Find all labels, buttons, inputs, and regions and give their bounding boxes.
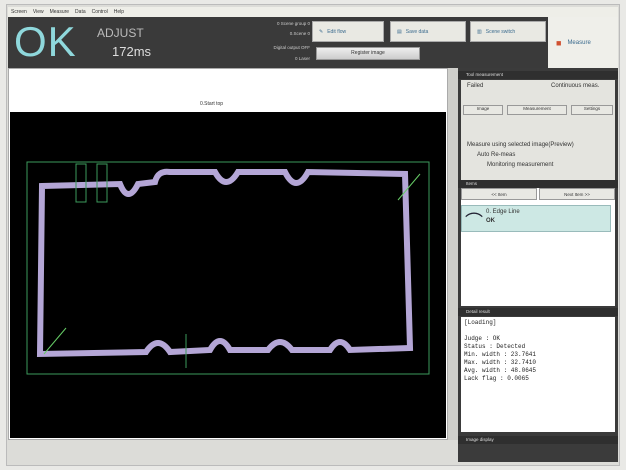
save-icon: ▤ (397, 28, 402, 35)
detail-line: Avg. width : 48.0645 (464, 367, 537, 374)
detail-header: Detail result (458, 308, 618, 316)
menu-measure[interactable]: Measure (50, 9, 69, 15)
right-panel: Tool measurement Failed Continuous meas.… (458, 68, 618, 462)
menu-screen[interactable]: Screen (11, 9, 27, 15)
switch-icon: ▥ (477, 28, 482, 35)
part-outline (36, 168, 414, 358)
item-judge: OK (486, 218, 495, 224)
digital-output: Digital output OFF (273, 45, 310, 50)
measure-button[interactable]: ■ Measure (548, 17, 618, 68)
detail-line: Min. width : 23.7641 (464, 351, 537, 358)
monitoring-checkbox[interactable]: Monitoring measurement (487, 162, 553, 168)
laser: 0 Laser (294, 56, 310, 61)
preview-checkbox[interactable]: Measure using selected image(Preview) (467, 142, 574, 148)
detail-result: [Loading] Judge : OK Status : Detected M… (461, 317, 615, 432)
scene-group: 0 Scene group 0 (276, 21, 310, 26)
measure-icon: ■ (556, 37, 562, 48)
next-item-button[interactable]: Next Item >> (539, 188, 615, 200)
menu-control[interactable]: Control (92, 9, 108, 15)
register-image-button[interactable]: Register image (316, 47, 420, 60)
menu-help[interactable]: Help (114, 9, 124, 15)
menu-view[interactable]: View (33, 9, 44, 15)
edit-flow-button[interactable]: ✎ Edit flow (312, 21, 384, 42)
item-label: 0. Edge Line (486, 209, 520, 215)
auto-remeas-checkbox[interactable]: Auto Re-meas (477, 152, 515, 158)
detail-line: Status : Detected (464, 343, 526, 350)
edit-icon: ✎ (319, 28, 324, 35)
continuous-checkbox[interactable]: Continuous meas. (551, 83, 599, 89)
items-header: Items (458, 180, 618, 188)
edge-markers (43, 163, 421, 368)
measurement-button[interactable]: Measurement (507, 105, 567, 115)
settings-button[interactable]: Settings (571, 105, 613, 115)
measure-time: 172ms (112, 44, 152, 59)
scene: 0.Scene 0 (289, 31, 310, 36)
detail-line: Lack flag : 0.0065 (464, 375, 529, 382)
panel-splitter[interactable] (448, 68, 458, 440)
mode-label: ADJUST (97, 26, 144, 40)
measured-shape (26, 161, 430, 375)
detail-line: Judge : OK (464, 335, 501, 342)
edge-tool-icon: ⌒ (465, 212, 483, 232)
judge-result: OK (14, 18, 77, 65)
save-data-button[interactable]: ▤ Save data (390, 21, 466, 42)
prev-item-button[interactable]: << Item (461, 188, 537, 200)
menu-bar: Screen View Measure Data Control Help (8, 7, 618, 17)
tool-header: Tool measurement (458, 71, 618, 79)
image-canvas[interactable] (10, 112, 446, 438)
image-button[interactable]: Image (463, 105, 503, 115)
image-title: 0.Start top (200, 101, 224, 107)
detail-line: [Loading] (464, 319, 497, 326)
failed-checkbox[interactable]: Failed (467, 83, 483, 89)
scene-switch-button[interactable]: ▥ Scene switch (470, 21, 546, 42)
detail-line (464, 327, 612, 335)
detail-line: Max. width : 32.7410 (464, 359, 537, 366)
image-display-header: Image display (458, 436, 618, 444)
item-list-row[interactable]: ⌒ 0. Edge Line OK (461, 205, 611, 232)
menu-data[interactable]: Data (75, 9, 86, 15)
